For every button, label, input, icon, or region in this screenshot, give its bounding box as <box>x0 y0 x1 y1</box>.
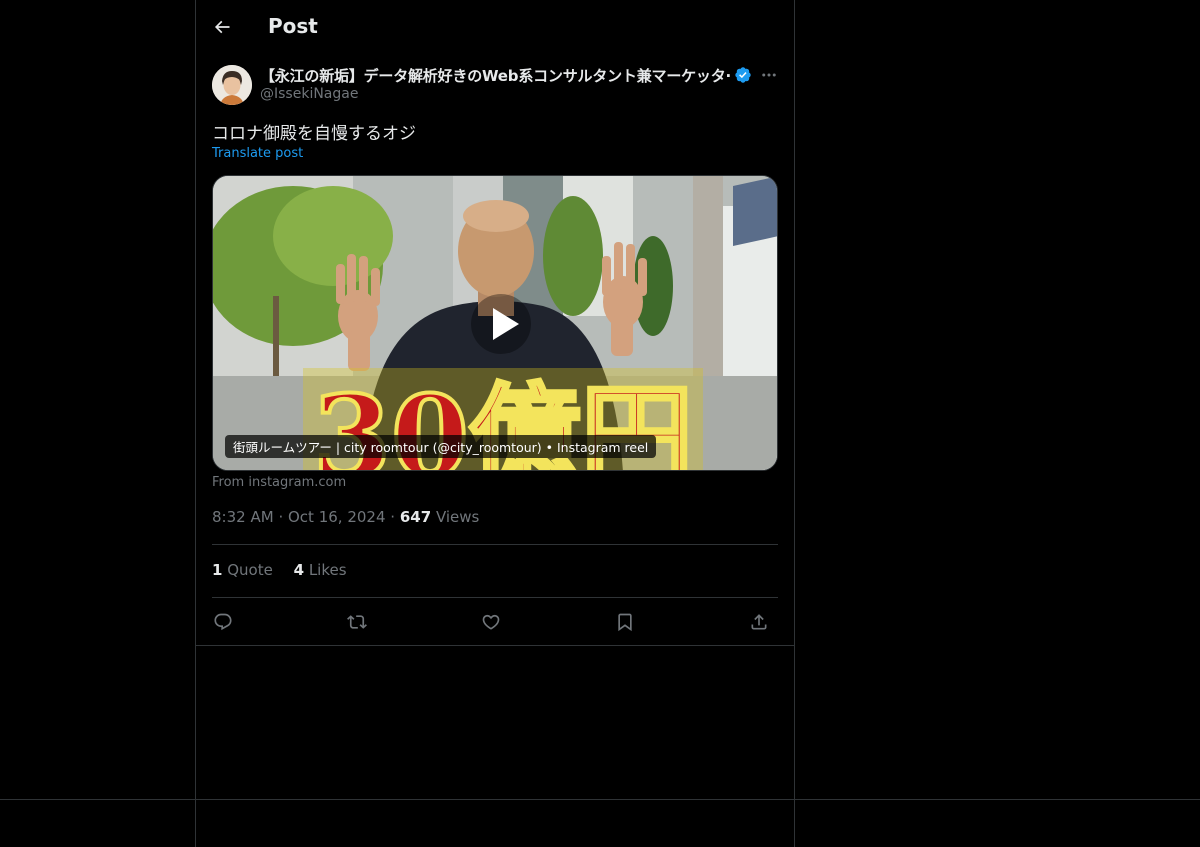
views-label: Views <box>435 508 480 526</box>
separator-dot: · <box>278 508 284 526</box>
divider <box>212 544 778 545</box>
video-caption: 街頭ルームツアー | city roomtour (@city_roomtour… <box>225 435 657 458</box>
post-text: コロナ御殿を自慢するオジ <box>212 124 416 144</box>
arrow-left-icon <box>214 20 230 34</box>
author-handle[interactable]: @IssekiNagae <box>260 86 358 102</box>
divider <box>212 597 778 598</box>
post-detail-column: Post 【永江の新垢】データ解析好きのWeb系コンサルタント兼マーケッタ· @… <box>196 0 794 632</box>
likes-count: 4 <box>293 561 305 579</box>
like-button[interactable] <box>476 607 506 637</box>
post-actions <box>212 607 778 637</box>
share-button[interactable] <box>744 607 774 637</box>
author-display-name[interactable]: 【永江の新垢】データ解析好きのWeb系コンサルタント兼マーケッタ· <box>260 65 731 86</box>
quotes-count: 1 <box>212 561 223 579</box>
right-column-border <box>794 0 795 847</box>
bookmark-icon <box>618 613 632 632</box>
likes-label: Likes <box>308 561 347 579</box>
quotes-label: Quote <box>227 561 273 579</box>
video-card[interactable]: 30億円 街頭ルームツアー | city roomtour (@city_roo… <box>212 175 778 471</box>
page-title: Post <box>268 14 318 38</box>
likes-stat[interactable]: 4 Likes <box>294 561 347 579</box>
header: Post <box>196 0 794 54</box>
post-author: 【永江の新垢】データ解析好きのWeb系コンサルタント兼マーケッタ· @Issek… <box>212 64 778 108</box>
verified-badge-icon <box>735 67 751 83</box>
reply-icon <box>214 613 232 631</box>
back-button[interactable] <box>206 11 238 43</box>
bookmark-button[interactable] <box>610 607 640 637</box>
quotes-stat[interactable]: 1 Quote <box>212 561 273 579</box>
translate-post-link[interactable]: Translate post <box>212 146 303 161</box>
post-time[interactable]: 8:32 AM <box>212 508 274 526</box>
media-source[interactable]: From instagram.com <box>212 475 346 490</box>
post-bottom-border <box>196 645 794 646</box>
avatar-image <box>212 65 252 105</box>
views-count: 647 <box>399 508 432 526</box>
play-icon <box>493 308 519 340</box>
play-button[interactable] <box>471 294 531 354</box>
more-options-button[interactable] <box>758 64 780 86</box>
share-icon <box>751 614 767 630</box>
post-stats: 1 Quote 4 Likes <box>212 561 363 579</box>
more-horizontal-icon <box>762 73 776 77</box>
like-icon <box>482 614 500 630</box>
reply-button[interactable] <box>208 607 238 637</box>
separator-dot: · <box>390 508 396 526</box>
left-column-border <box>195 0 196 847</box>
post-metadata: 8:32 AM · Oct 16, 2024 · 647 Views <box>212 508 479 526</box>
repost-icon <box>347 615 367 629</box>
bottom-bar-border <box>0 799 1200 800</box>
avatar[interactable] <box>212 65 252 105</box>
repost-button[interactable] <box>342 607 372 637</box>
post-date[interactable]: Oct 16, 2024 <box>288 508 386 526</box>
